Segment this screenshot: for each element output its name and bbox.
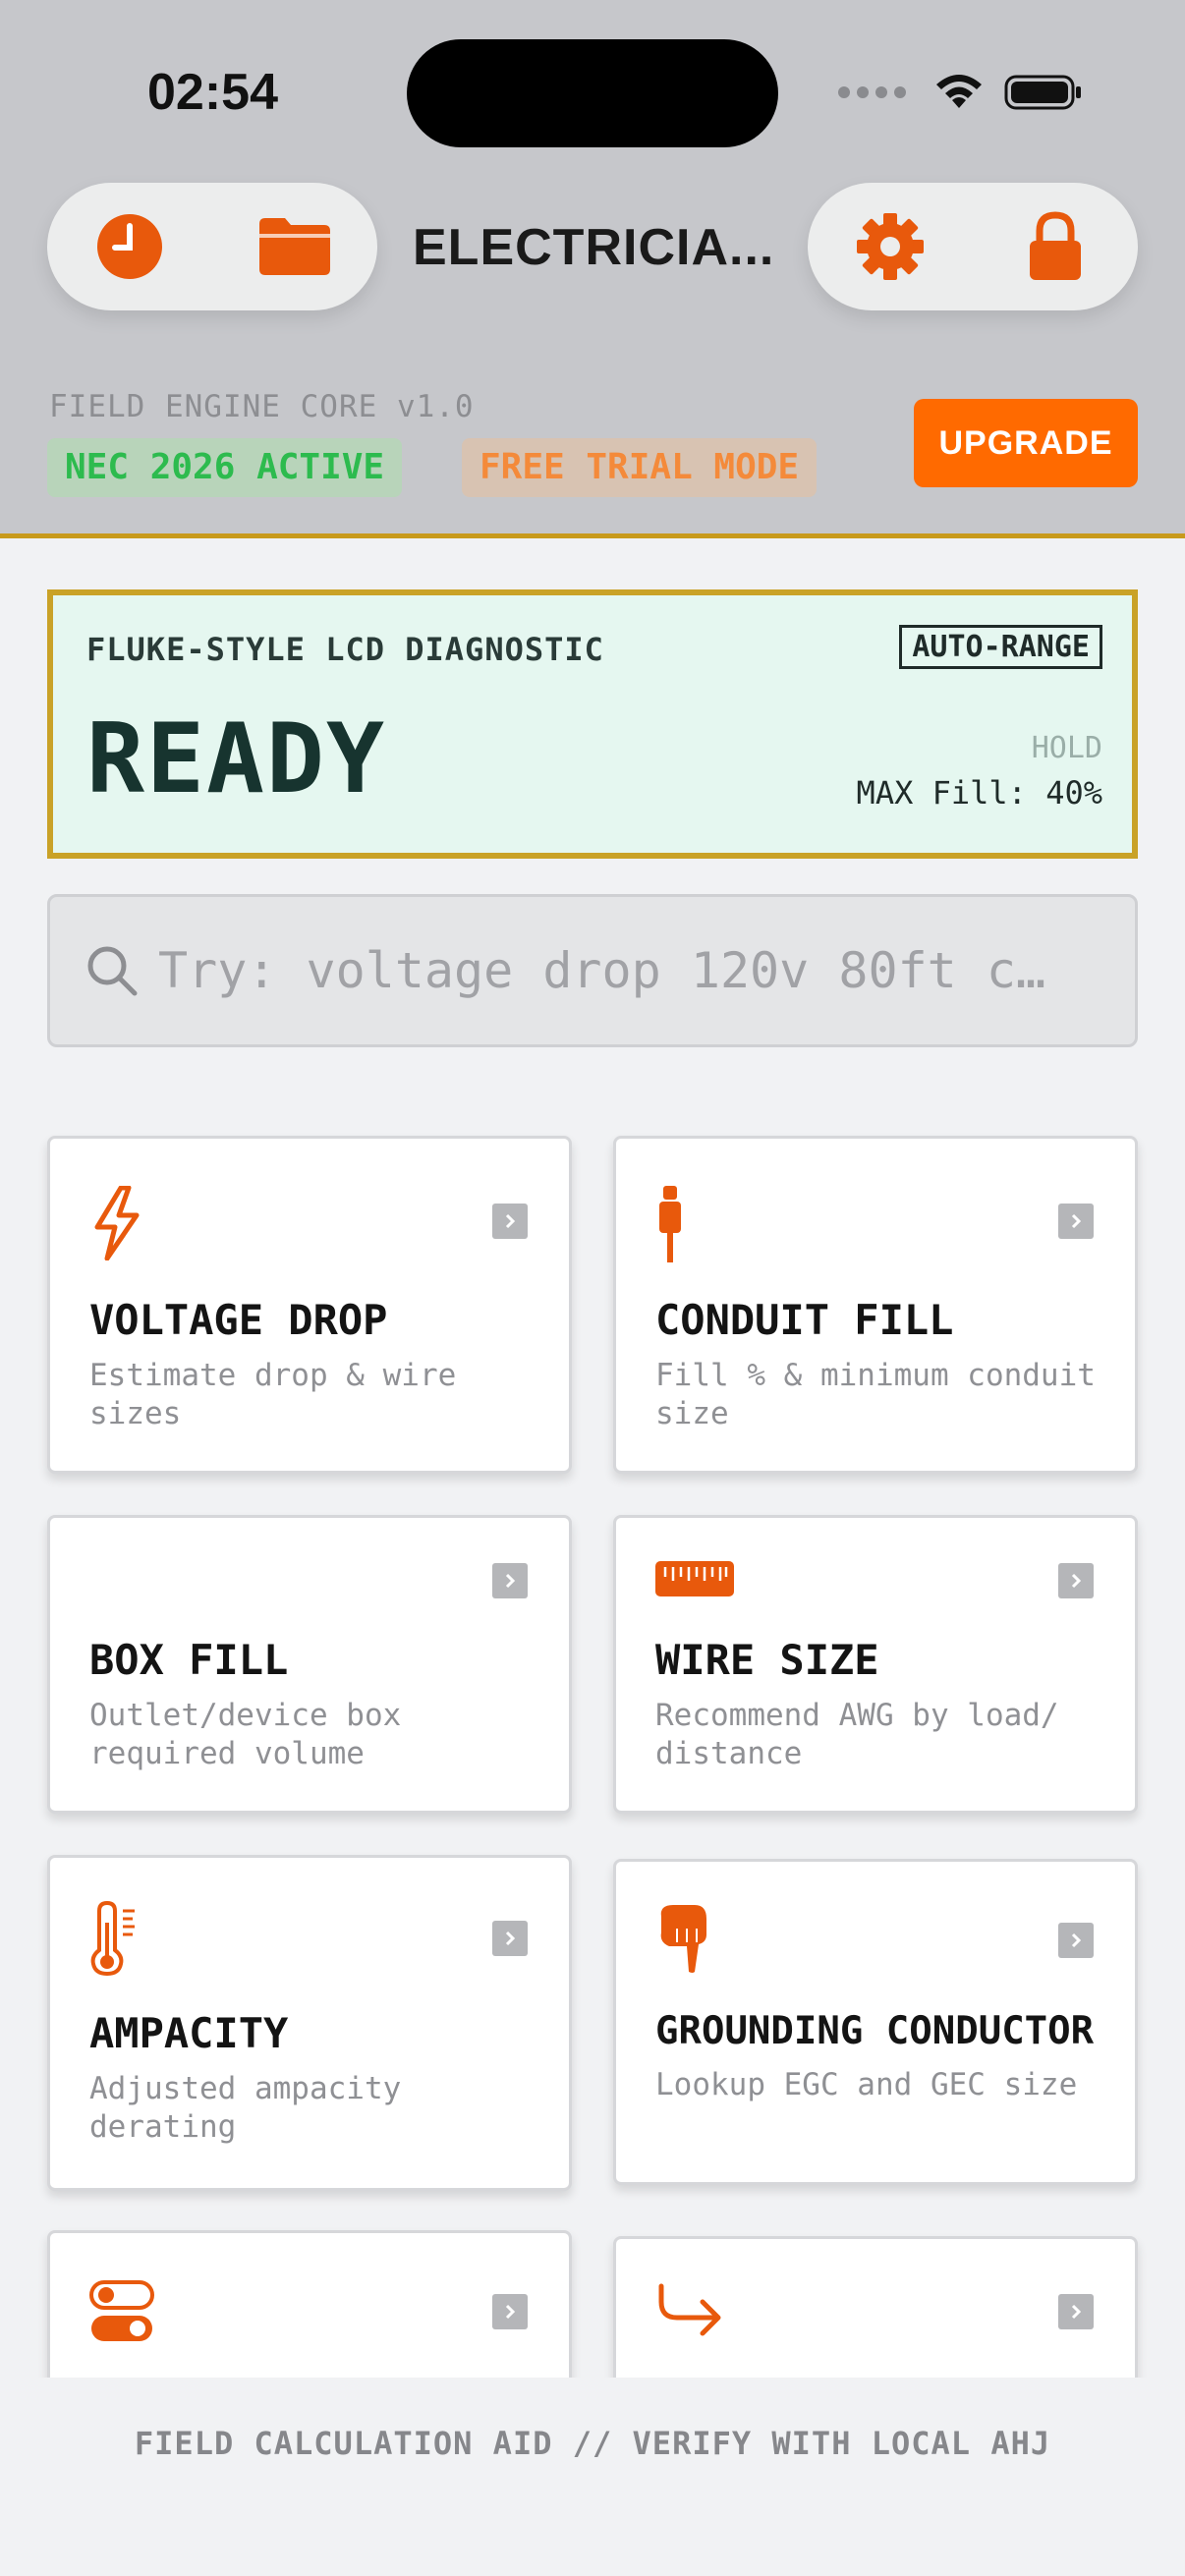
card-grounding-conductor[interactable]: GROUNDING CONDUCTOR Lookup EGC and GEC s… <box>613 1859 1138 2185</box>
lcd-display: FLUKE-STYLE LCD DIAGNOSTIC AUTO-RANGE RE… <box>47 589 1138 859</box>
settings-button[interactable] <box>851 207 930 286</box>
card-title: CONDUIT FILL <box>655 1296 954 1344</box>
footer: FIELD CALCULATION AID // VERIFY WITH LOC… <box>0 2378 1185 2576</box>
card-description: Recommend AWG by load/ distance <box>655 1698 1059 1771</box>
clock-icon <box>97 214 162 279</box>
plug-icon <box>659 1186 681 1262</box>
lock-button[interactable] <box>1016 207 1095 286</box>
card-title: WIRE SIZE <box>655 1636 879 1684</box>
toggle-icon <box>89 2280 154 2341</box>
card-description: Adjusted ampacity derating <box>89 2071 402 2145</box>
status-time: 02:54 <box>147 64 278 121</box>
chevron-right-icon <box>1058 1204 1094 1239</box>
chevron-right-icon <box>1058 1923 1094 1958</box>
card-ampacity[interactable]: AMPACITY Adjusted ampacity derating <box>47 1855 572 2191</box>
hold-indicator: HOLD <box>1031 731 1102 765</box>
card-wire-size[interactable]: WIRE SIZE Recommend AWG by load/ distanc… <box>613 1515 1138 1814</box>
chevron-right-icon <box>1058 1563 1094 1598</box>
engine-label: FIELD ENGINE CORE v1.0 <box>49 389 475 424</box>
chevron-right-icon <box>492 2294 528 2329</box>
folder-icon <box>259 218 330 275</box>
card-title: VOLTAGE DROP <box>89 1296 388 1344</box>
chevron-right-icon <box>492 1921 528 1956</box>
card-voltage-drop[interactable]: VOLTAGE DROP Estimate drop & wire sizes <box>47 1136 572 1474</box>
card-conduit-fill[interactable]: CONDUIT FILL Fill % & minimum conduit si… <box>613 1136 1138 1474</box>
lcd-reading: READY <box>86 703 387 815</box>
upgrade-button[interactable]: UPGRADE <box>914 399 1138 487</box>
chevron-right-icon <box>1058 2294 1094 2329</box>
search-placeholder: Try: voltage drop 120v 80ft c… <box>158 942 1046 999</box>
card-title: AMPACITY <box>89 2009 289 2057</box>
status-icons <box>838 73 1083 112</box>
left-toolbar <box>47 183 377 310</box>
signal-icon <box>838 86 906 98</box>
trial-badge: FREE TRIAL MODE <box>462 438 818 497</box>
card-description: Fill % & minimum conduit size <box>655 1358 1096 1431</box>
lightning-icon <box>94 1186 140 1260</box>
card-description: Outlet/device box required volume <box>89 1698 402 1771</box>
card-box-fill[interactable]: BOX FILL Outlet/device box required volu… <box>47 1515 572 1814</box>
lcd-title: FLUKE-STYLE LCD DIAGNOSTIC <box>86 631 604 668</box>
search-icon <box>87 946 138 996</box>
search-input[interactable]: Try: voltage drop 120v 80ft c… <box>47 894 1138 1047</box>
pointing-hand-icon <box>660 1905 706 1973</box>
arrow-turn-icon <box>658 2283 721 2336</box>
history-button[interactable] <box>90 207 169 286</box>
app-header: 02:54 ELECTRICIA... FIELD ENGINE CORE v1… <box>0 0 1185 538</box>
gear-icon <box>857 213 924 280</box>
app-title: ELECTRICIA... <box>413 219 775 276</box>
card-description: Lookup EGC and GEC size <box>655 2067 1078 2102</box>
max-fill-readout: MAX Fill: 40% <box>856 774 1102 812</box>
lock-icon <box>1030 211 1081 280</box>
card-title: GROUNDING CONDUCTOR <box>655 2009 1095 2053</box>
ruler-icon <box>655 1561 734 1596</box>
chevron-right-icon <box>492 1204 528 1239</box>
auto-range-badge[interactable]: AUTO-RANGE <box>899 625 1102 669</box>
wifi-icon <box>936 75 982 108</box>
nec-badge: NEC 2026 ACTIVE <box>47 438 403 497</box>
battery-icon <box>1004 75 1081 110</box>
card-title: BOX FILL <box>89 1636 289 1684</box>
dynamic-island <box>407 39 778 147</box>
footer-disclaimer: FIELD CALCULATION AID // VERIFY WITH LOC… <box>134 2425 1051 2462</box>
thermometer-icon <box>90 1901 135 1976</box>
projects-button[interactable] <box>255 207 334 286</box>
chevron-right-icon <box>492 1563 528 1598</box>
right-toolbar <box>808 183 1138 310</box>
card-description: Estimate drop & wire sizes <box>89 1358 457 1431</box>
